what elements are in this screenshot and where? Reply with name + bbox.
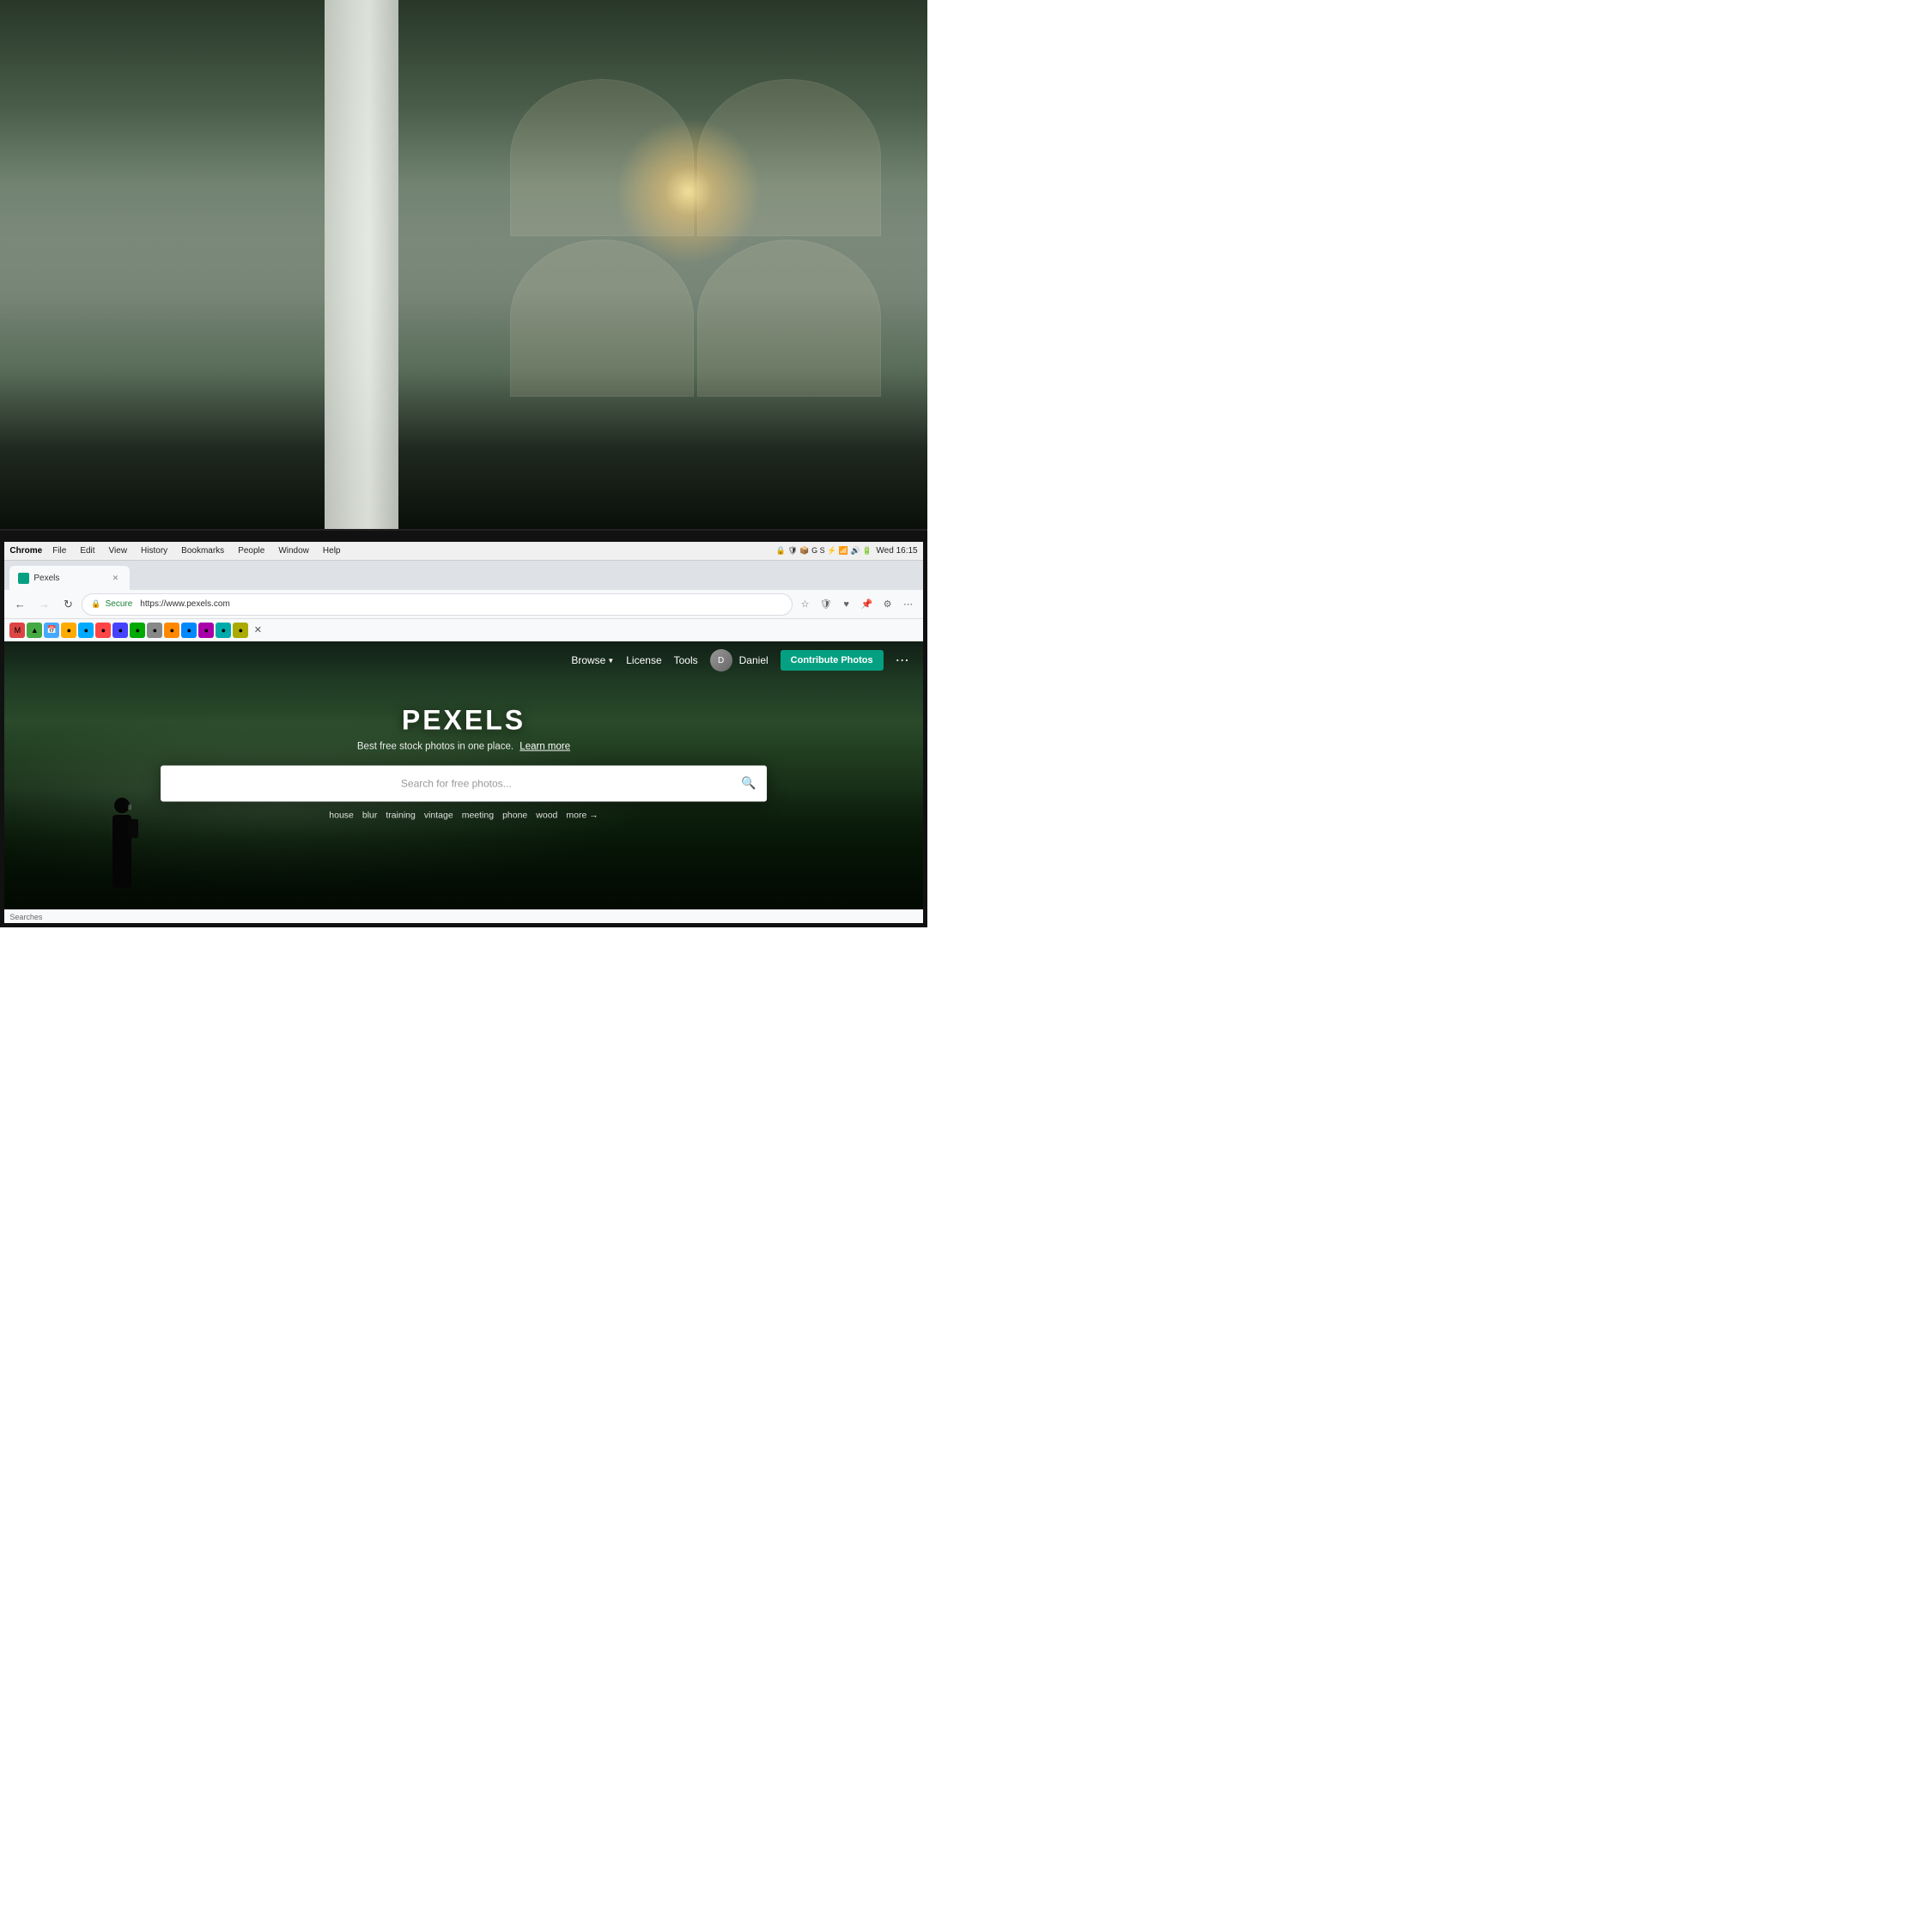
pexels-website: Browse ▼ License Tools D xyxy=(4,641,922,909)
browse-label: Browse xyxy=(571,654,605,666)
browser-more-icon[interactable]: ⋯ xyxy=(899,595,918,614)
tagline-text: Best free stock photos in one place. xyxy=(357,741,513,751)
nav-more-button[interactable]: ⋯ xyxy=(896,652,909,669)
pexels-license-link[interactable]: License xyxy=(626,654,661,666)
app-name: Chrome xyxy=(9,546,42,556)
suggestion-training[interactable]: training xyxy=(386,810,415,820)
suggestions-more-button[interactable]: more → xyxy=(566,810,598,820)
suggestion-house[interactable]: house xyxy=(329,810,354,820)
bg-window-3 xyxy=(510,240,694,397)
menu-history[interactable]: History xyxy=(134,544,174,557)
suggestion-meeting[interactable]: meeting xyxy=(462,810,494,820)
ext-icon-close[interactable]: ✕ xyxy=(250,623,265,638)
status-text: Searches xyxy=(9,913,42,921)
ext-icon-10[interactable]: ● xyxy=(216,623,231,638)
person-legs xyxy=(112,862,131,888)
user-name: Daniel xyxy=(739,654,769,666)
pexels-logo-text: PEXELS xyxy=(119,704,808,736)
ext-icon-4[interactable]: ● xyxy=(112,623,128,638)
suggestion-blur[interactable]: blur xyxy=(362,810,378,820)
tab-title: Pexels xyxy=(33,574,105,583)
url-text: https://www.pexels.com xyxy=(140,599,229,609)
ext-icon-6[interactable]: ● xyxy=(147,623,162,638)
menu-edit[interactable]: Edit xyxy=(73,544,101,557)
menu-help[interactable]: Help xyxy=(316,544,348,557)
learn-more-link[interactable]: Learn more xyxy=(519,741,570,751)
search-icon: 🔍 xyxy=(741,776,756,791)
address-bar[interactable]: 🔒 Secure https://www.pexels.com xyxy=(82,593,792,616)
ext-icon-2[interactable]: ● xyxy=(78,623,94,638)
license-label: License xyxy=(626,654,661,666)
bg-windows xyxy=(510,79,881,396)
pexels-navbar: Browse ▼ License Tools D xyxy=(4,641,922,679)
tray-icons: 🔒 🛡 📦 G S ⚡ 📶 🔊 🔋 xyxy=(776,546,872,556)
os-system-tray: 🔒 🛡 📦 G S ⚡ 📶 🔊 🔋 Wed 16:15 xyxy=(776,546,918,556)
browser-extension-icon-2[interactable]: ♥ xyxy=(837,595,856,614)
bg-window-4 xyxy=(697,240,881,397)
secure-label: Secure xyxy=(106,599,133,609)
ext-icon-1[interactable]: ● xyxy=(61,623,76,638)
ext-icon-8[interactable]: ● xyxy=(181,623,197,638)
suggestion-wood[interactable]: wood xyxy=(536,810,557,820)
pexels-tools-link[interactable]: Tools xyxy=(674,654,698,666)
menu-file[interactable]: File xyxy=(46,544,73,557)
bookmark-star-icon[interactable]: ☆ xyxy=(796,595,815,614)
os-menubar: Chrome File Edit View History Bookmarks … xyxy=(4,542,922,561)
browser-extension-icon-3[interactable]: 📌 xyxy=(858,595,877,614)
more-label: more → xyxy=(566,810,598,820)
search-placeholder-text: Search for free photos... xyxy=(171,777,741,789)
menu-window[interactable]: Window xyxy=(271,544,316,557)
pexels-tagline: Best free stock photos in one place. Lea… xyxy=(119,741,808,751)
suggestion-phone[interactable]: phone xyxy=(502,810,527,820)
chrome-tabs-bar: Pexels ✕ xyxy=(4,561,922,590)
pexels-browse-link[interactable]: Browse ▼ xyxy=(571,654,614,666)
monitor-area: Chrome File Edit View History Bookmarks … xyxy=(0,529,927,927)
ext-icon-9[interactable]: ● xyxy=(198,623,214,638)
pexels-user-section: D Daniel xyxy=(710,649,769,671)
bookmarks-bar: M ▲ 📅 ● ● ● ● ● ● ● ● ● ● ● ✕ xyxy=(4,619,922,641)
person-backpack xyxy=(128,819,138,838)
bg-window-1 xyxy=(510,79,694,236)
back-button[interactable]: ← xyxy=(9,594,30,615)
menu-view[interactable]: View xyxy=(102,544,135,557)
ext-icon-gmail[interactable]: M xyxy=(9,623,25,638)
browse-chevron-icon: ▼ xyxy=(607,657,614,665)
office-photo-bg xyxy=(0,0,927,529)
ext-icon-5[interactable]: ● xyxy=(130,623,145,638)
ext-icon-3[interactable]: ● xyxy=(95,623,111,638)
background-photo xyxy=(0,0,927,529)
refresh-button[interactable]: ↻ xyxy=(58,594,78,615)
menu-people[interactable]: People xyxy=(231,544,271,557)
pexels-hero-center: PEXELS Best free stock photos in one pla… xyxy=(119,704,808,820)
pexels-nav-links: Browse ▼ License Tools D xyxy=(571,649,908,671)
pillar-left xyxy=(325,0,398,529)
user-avatar[interactable]: D xyxy=(710,649,732,671)
ext-icon-calendar[interactable]: 📅 xyxy=(44,623,59,638)
menu-bookmarks[interactable]: Bookmarks xyxy=(174,544,231,557)
tab-close-button[interactable]: ✕ xyxy=(109,572,121,584)
forward-button[interactable]: → xyxy=(33,594,54,615)
ext-icon-7[interactable]: ● xyxy=(164,623,179,638)
system-time: Wed 16:15 xyxy=(876,546,917,556)
search-suggestions-row: house blur training vintage meeting phon… xyxy=(119,810,808,820)
tab-favicon xyxy=(18,573,29,584)
suggestion-vintage[interactable]: vintage xyxy=(424,810,453,820)
address-bar-icons: ☆ 🛡 ♥ 📌 ⚙ ⋯ xyxy=(796,595,918,614)
pexels-search-bar[interactable]: Search for free photos... 🔍 xyxy=(161,765,767,801)
ext-icon-11[interactable]: ● xyxy=(233,623,248,638)
contribute-photos-button[interactable]: Contribute Photos xyxy=(781,650,884,671)
page-wrapper: Chrome File Edit View History Bookmarks … xyxy=(0,0,927,927)
browser-tab-active[interactable]: Pexels ✕ xyxy=(9,566,130,590)
browser-extension-icon-4[interactable]: ⚙ xyxy=(878,595,897,614)
bg-window-2 xyxy=(697,79,881,236)
person-body xyxy=(112,815,131,862)
browser-screen: Chrome File Edit View History Bookmarks … xyxy=(4,542,922,923)
avatar-initial: D xyxy=(718,656,724,665)
secure-lock-icon: 🔒 xyxy=(91,599,100,609)
tools-label: Tools xyxy=(674,654,698,666)
browser-extension-icon-1[interactable]: 🛡 xyxy=(817,595,835,614)
chrome-address-row: ← → ↻ 🔒 Secure https://www.pexels.com ☆ … xyxy=(4,590,922,619)
ext-icon-drive[interactable]: ▲ xyxy=(27,623,42,638)
chrome-status-bar: Searches xyxy=(4,909,922,923)
